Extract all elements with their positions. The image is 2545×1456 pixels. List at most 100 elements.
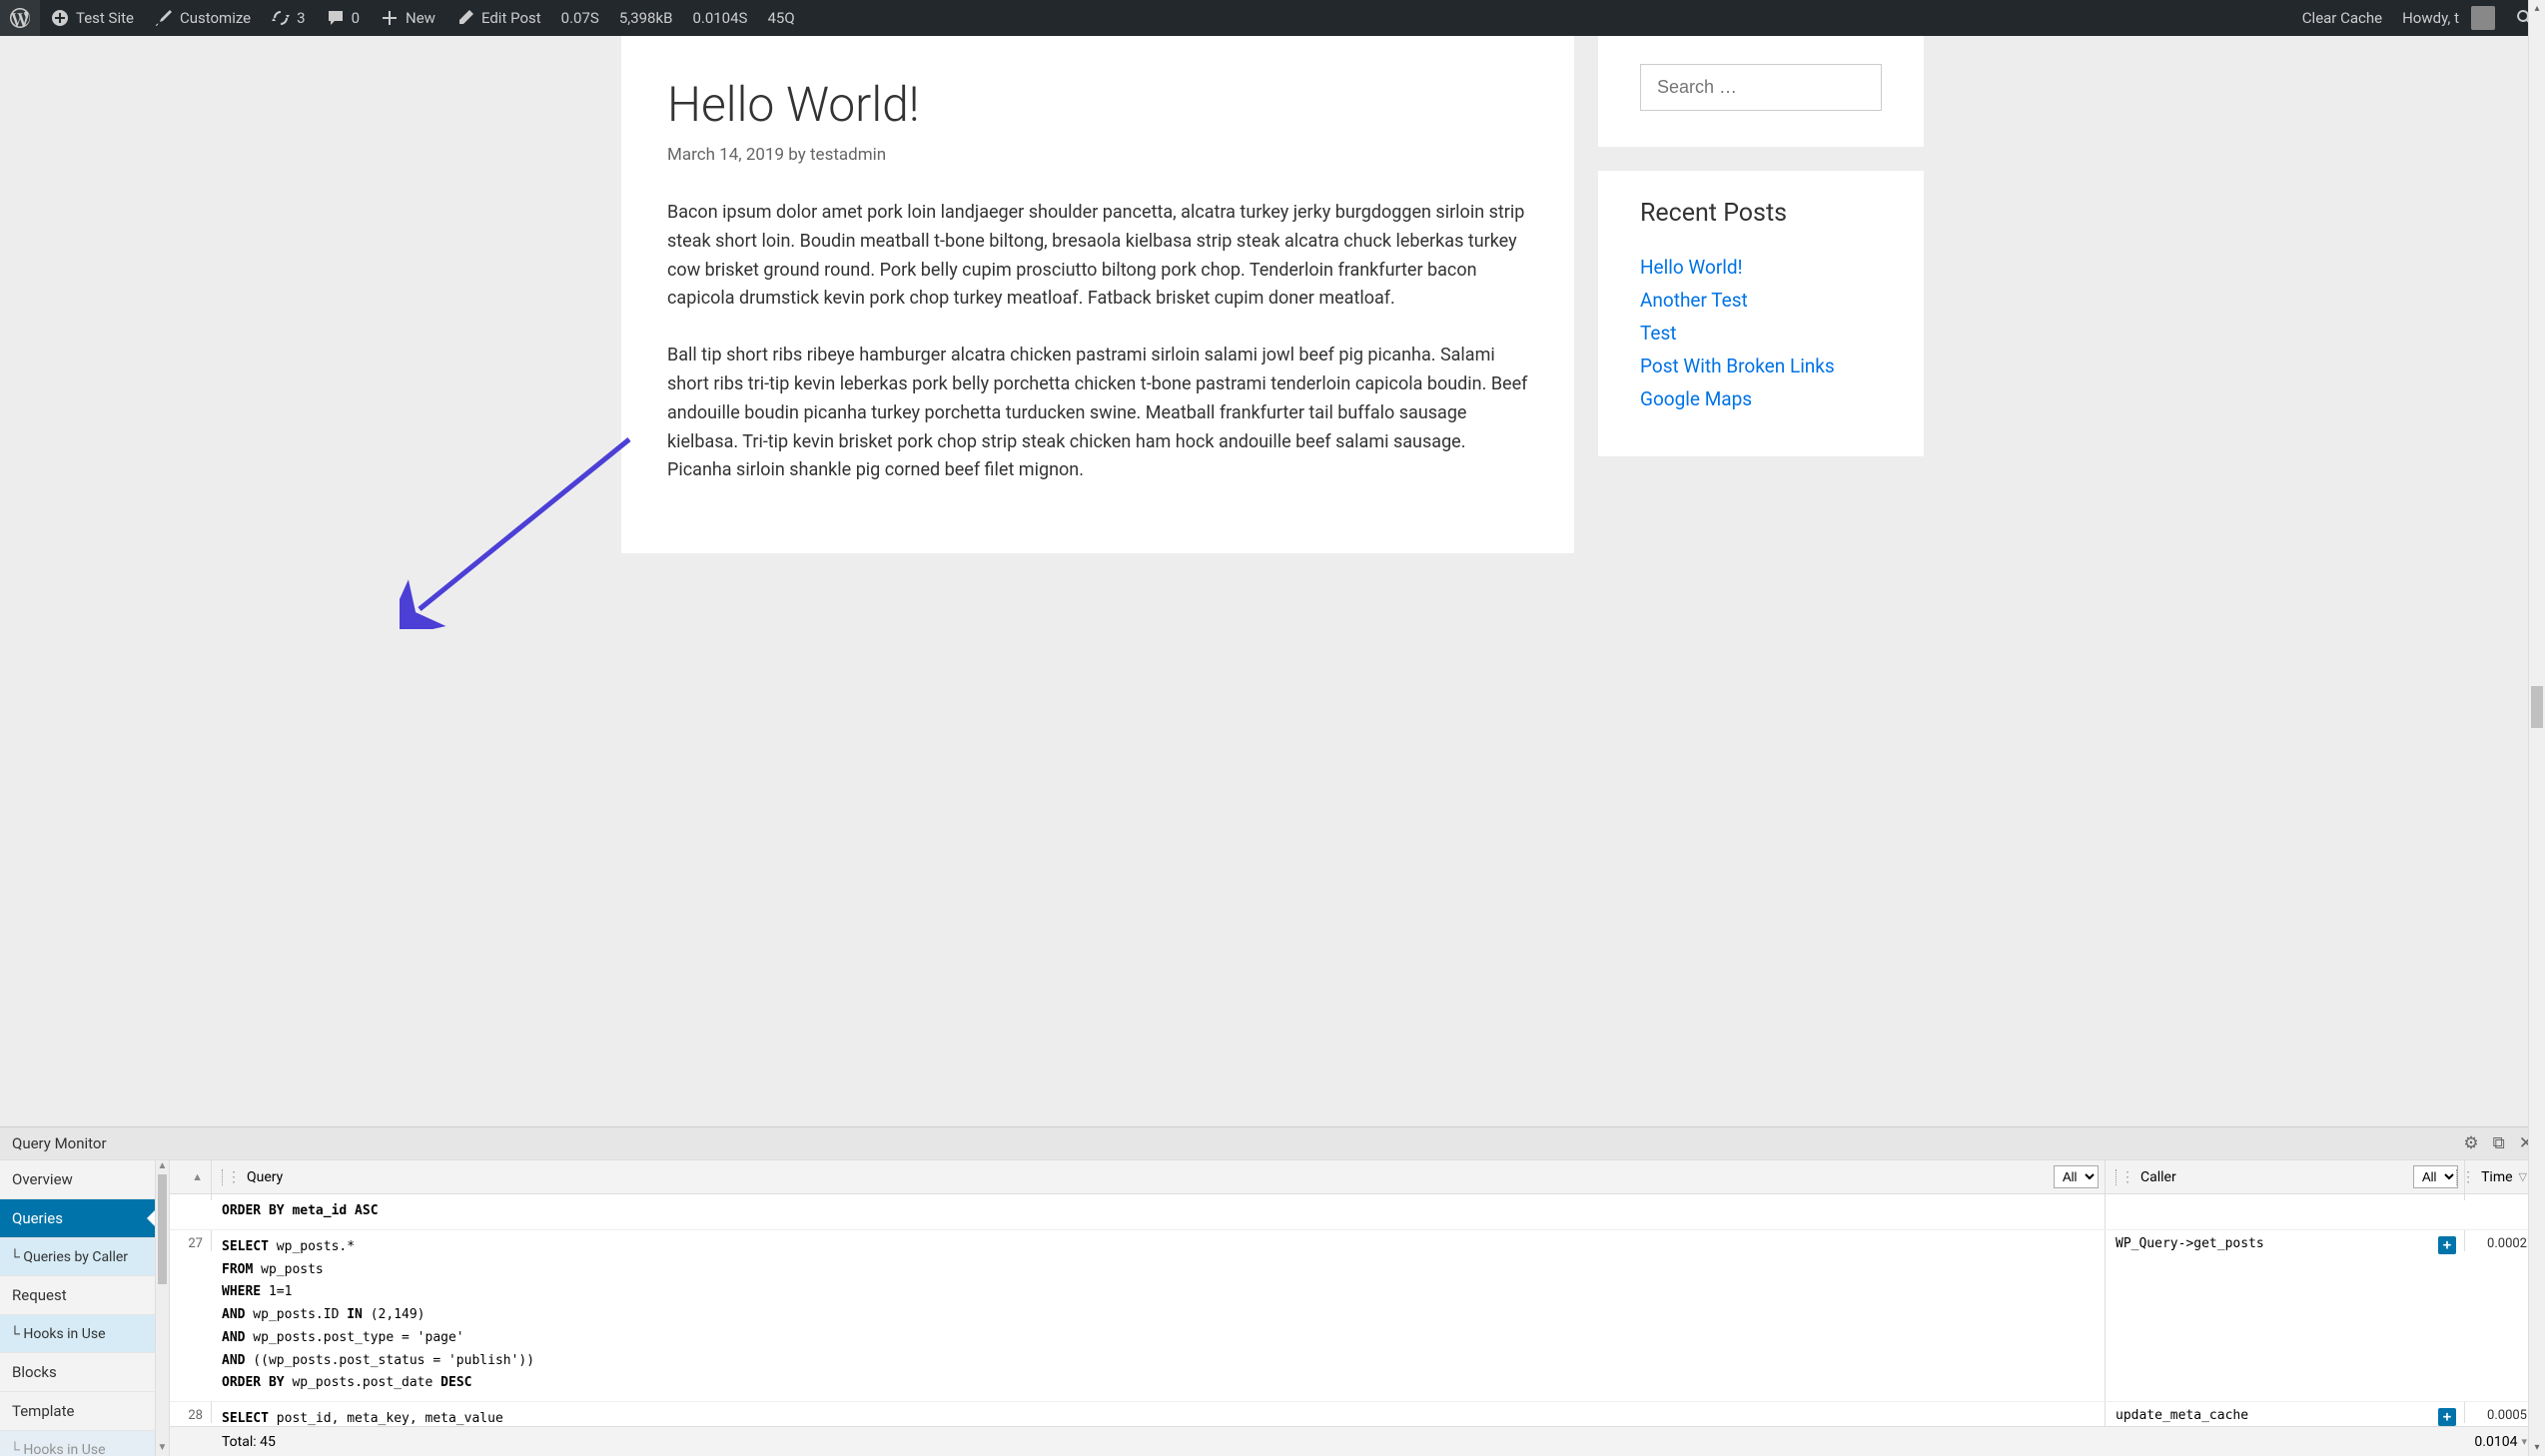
browser-scrollbar[interactable]: ▴ ▾ [2528,0,2545,1456]
comments-count: 0 [352,9,360,27]
qm-queries[interactable]: 45Q [757,0,804,36]
search-input[interactable] [1640,64,1882,111]
content-container: Hello World! March 14, 2019 by testadmin… [621,36,1924,553]
widget-title: Recent Posts [1640,199,1882,228]
qm-col-caller-header[interactable]: ⋮ Caller All [2106,1160,2465,1193]
qm-nav: Overview Queries Queries by Caller Reque… [0,1160,156,1456]
plus-icon [380,8,400,28]
pencil-icon [455,8,475,28]
qm-nav-queries[interactable]: Queries [0,1199,155,1238]
account-link[interactable]: Howdy, t [2392,0,2505,36]
post-meta: March 14, 2019 by testadmin [667,145,1528,165]
qm-nav-hooks-in-use[interactable]: Hooks in Use [0,1315,155,1353]
qm-nav-hooks-in-use-2[interactable]: Hooks in Use [0,1431,155,1456]
row-number: 28 [170,1402,212,1423]
recent-posts-widget: Recent Posts Hello World! Another Test T… [1598,171,1924,456]
chevron-down-icon: ▾ [2521,1435,2527,1448]
qm-settings-icon[interactable]: ⚙ [2463,1133,2478,1153]
qm-content: ▲ ⋮ Query All ⋮ Caller All ⋮ Time ▽ [170,1160,2545,1456]
query-filter-select[interactable]: All [2054,1165,2099,1188]
recent-post-link[interactable]: Another Test [1640,289,1748,312]
recent-post-link[interactable]: Post With Broken Links [1640,355,1835,377]
qm-table-header: ▲ ⋮ Query All ⋮ Caller All ⋮ Time ▽ [170,1160,2545,1194]
row-caller: update_meta_cache + [2106,1402,2465,1423]
qm-footer-total: Total: 45 [212,1434,2465,1450]
search-widget [1598,36,1924,147]
avatar [2471,6,2495,30]
row-query: ORDER BY meta_id ASC [212,1194,2106,1229]
recent-post-link[interactable]: Google Maps [1640,387,1752,410]
scroll-up-icon[interactable]: ▲ [156,1160,169,1174]
site-name: Test Site [76,9,134,27]
row-caller [2106,1194,2465,1200]
clear-cache-link[interactable]: Clear Cache [2292,0,2392,36]
edit-post-link[interactable]: Edit Post [445,0,551,36]
scroll-down-icon[interactable]: ▾ [2529,1439,2545,1456]
qm-db-time[interactable]: 0.0104S [682,0,757,36]
sidebar: Recent Posts Hello World! Another Test T… [1598,36,1924,553]
wp-logo[interactable] [0,0,40,36]
howdy-text: Howdy, t [2402,9,2459,27]
updates-count: 3 [297,9,305,27]
query-monitor-panel: Query Monitor ⚙ ⧉ ✕ Overview Queries Que… [0,1126,2545,1456]
new-label: New [406,9,435,27]
updates-link[interactable]: 3 [261,0,315,36]
scroll-track[interactable] [2529,17,2545,1439]
row-number: 27 [170,1230,212,1251]
qm-table-body[interactable]: ORDER BY meta_id ASC 27 SELECT wp_posts.… [170,1194,2545,1426]
qm-popout-icon[interactable]: ⧉ [2493,1133,2505,1153]
post-paragraph-1: Bacon ipsum dolor amet pork loin landjae… [667,199,1528,314]
expand-caller-button[interactable]: + [2438,1236,2456,1254]
row-number [170,1194,212,1200]
qm-timing[interactable]: 0.07S [551,0,609,36]
qm-header-actions: ⚙ ⧉ ✕ [2463,1133,2533,1153]
qm-header: Query Monitor ⚙ ⧉ ✕ [0,1127,2545,1160]
qm-nav-queries-by-caller[interactable]: Queries by Caller [0,1238,155,1276]
qm-body: Overview Queries Queries by Caller Reque… [0,1160,2545,1456]
dashboard-icon [50,8,70,28]
refresh-icon [271,8,291,28]
scroll-thumb[interactable] [158,1174,167,1284]
scroll-up-icon[interactable]: ▴ [2529,0,2545,17]
qm-nav-blocks[interactable]: Blocks [0,1353,155,1392]
table-row: 27 SELECT wp_posts.* FROM wp_posts WHERE… [170,1230,2545,1402]
table-row: 28 SELECT post_id, meta_key, meta_value … [170,1402,2545,1426]
post-title: Hello World! [667,76,1528,133]
comments-link[interactable]: 0 [316,0,370,36]
customize-link[interactable]: Customize [144,0,261,36]
qm-nav-template[interactable]: Template [0,1392,155,1431]
recent-posts-list: Hello World! Another Test Test Post With… [1640,256,1882,410]
qm-footer: Total: 45 0.0104 ▾ [170,1426,2545,1456]
qm-nav-overview[interactable]: Overview [0,1160,155,1199]
caller-filter-select[interactable]: All [2413,1165,2458,1188]
recent-post-link[interactable]: Test [1640,322,1677,345]
brush-icon [154,8,174,28]
scroll-thumb[interactable] [2531,686,2543,728]
recent-post-link[interactable]: Hello World! [1640,256,1743,279]
customize-label: Customize [180,9,251,27]
qm-col-num-header[interactable]: ▲ [170,1160,212,1193]
qm-col-query-header[interactable]: ⋮ Query All [212,1160,2106,1193]
site-name-link[interactable]: Test Site [40,0,144,36]
comment-icon [326,8,346,28]
sort-asc-icon: ▲ [192,1170,203,1183]
main-article: Hello World! March 14, 2019 by testadmin… [621,36,1574,553]
post-body: Bacon ipsum dolor amet pork loin landjae… [667,199,1528,485]
row-query: SELECT wp_posts.* FROM wp_posts WHERE 1=… [212,1230,2106,1401]
page-content: Hello World! March 14, 2019 by testadmin… [0,36,2545,1126]
edit-post-label: Edit Post [481,9,541,27]
new-link[interactable]: New [370,0,445,36]
row-query: SELECT post_id, meta_key, meta_value FRO… [212,1402,2106,1426]
qm-title: Query Monitor [12,1134,107,1152]
post-paragraph-2: Ball tip short ribs ribeye hamburger alc… [667,342,1528,485]
sort-desc-icon: ▽ [2519,1170,2527,1183]
qm-memory[interactable]: 5,398kB [609,0,683,36]
table-row: ORDER BY meta_id ASC [170,1194,2545,1230]
scroll-down-icon[interactable]: ▼ [156,1442,169,1456]
admin-bar-right: Clear Cache Howdy, t [2292,0,2545,36]
qm-nav-scrollbar[interactable]: ▲ ▼ [156,1160,170,1456]
qm-nav-request[interactable]: Request [0,1276,155,1315]
expand-caller-button[interactable]: + [2438,1408,2456,1426]
row-caller: WP_Query->get_posts + [2106,1230,2465,1251]
admin-bar-left: Test Site Customize 3 0 New Edit Post 0.… [0,0,805,36]
